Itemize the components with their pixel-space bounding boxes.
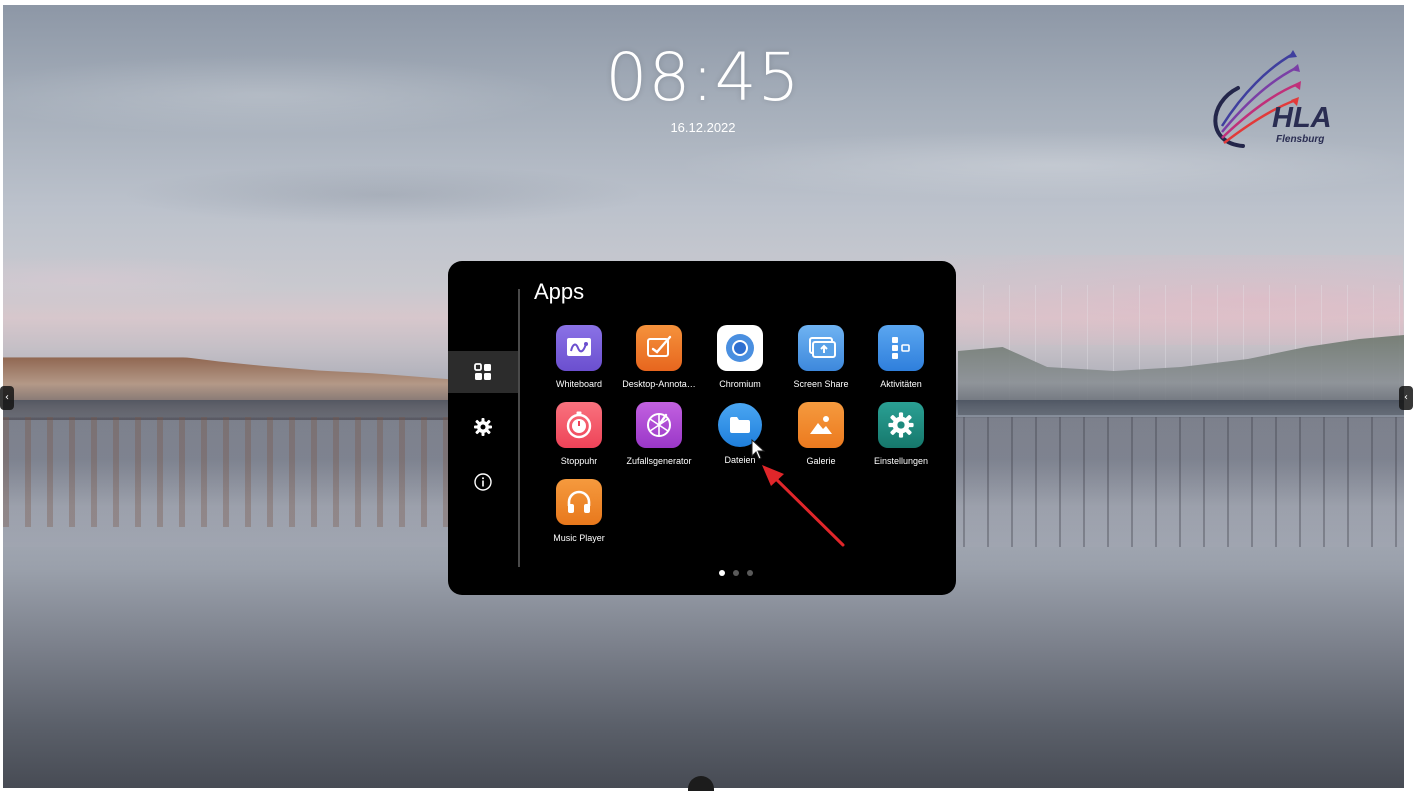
water-reflection-right <box>963 417 1404 547</box>
app-label: Stoppuhr <box>560 456 598 466</box>
app-music-player[interactable]: Music Player <box>538 479 620 549</box>
clock-date: 16.12.2022 <box>670 120 736 135</box>
app-activities[interactable]: Aktivitäten <box>860 325 942 395</box>
app-label: Chromium <box>719 379 761 389</box>
app-label: Desktop-Annota… <box>622 379 696 389</box>
app-label: Dateien <box>724 455 756 465</box>
app-screen-share[interactable]: Screen Share <box>780 325 862 395</box>
sidebar-divider <box>518 289 520 567</box>
stopwatch-icon <box>556 402 602 448</box>
chromium-icon <box>717 325 763 371</box>
randomizer-icon <box>636 402 682 448</box>
app-chromium[interactable]: Chromium <box>699 325 781 395</box>
app-label: Whiteboard <box>555 379 603 389</box>
logo-subtext: Flensburg <box>1276 134 1325 145</box>
annotation-icon <box>636 325 682 371</box>
water-reflection-left <box>3 417 453 527</box>
page-dot-2[interactable] <box>733 570 739 576</box>
logo-text: HLA <box>1272 102 1332 134</box>
clock-time: 08:45 <box>605 39 801 116</box>
right-edge-handle[interactable]: ‹ <box>1399 386 1413 410</box>
app-label: Aktivitäten <box>880 379 922 389</box>
info-icon <box>474 473 492 491</box>
activities-icon <box>878 325 924 371</box>
left-edge-handle[interactable]: ‹ <box>0 386 14 410</box>
folder-icon <box>718 403 762 447</box>
grid-icon <box>474 363 491 380</box>
sidebar-tab-settings[interactable] <box>448 406 518 448</box>
app-launcher-panel: Apps Whiteboard Desktop-Annota… Chromium… <box>448 261 956 595</box>
app-files[interactable]: Dateien <box>699 402 781 472</box>
settings-icon <box>878 402 924 448</box>
app-randomizer[interactable]: Zufallsgenerator <box>618 402 700 472</box>
page-dot-3[interactable] <box>747 570 753 576</box>
app-settings[interactable]: Einstellungen <box>860 402 942 472</box>
page-indicator[interactable] <box>719 570 753 576</box>
gear-icon <box>474 418 492 436</box>
whiteboard-icon <box>556 325 602 371</box>
sidebar-tab-apps[interactable] <box>448 351 518 393</box>
app-label: Galerie <box>806 456 836 466</box>
app-gallery[interactable]: Galerie <box>780 402 862 472</box>
app-label: Zufallsgenerator <box>626 456 692 466</box>
app-desktop-annotation[interactable]: Desktop-Annota… <box>618 325 700 395</box>
headphones-icon <box>556 479 602 525</box>
page-dot-1[interactable] <box>719 570 725 576</box>
screen-share-icon <box>798 325 844 371</box>
gallery-icon <box>798 402 844 448</box>
app-stopwatch[interactable]: Stoppuhr <box>538 402 620 472</box>
app-label: Screen Share <box>793 379 849 389</box>
sidebar-tab-info[interactable] <box>448 461 518 503</box>
app-whiteboard[interactable]: Whiteboard <box>538 325 620 395</box>
apps-heading: Apps <box>534 279 585 304</box>
app-label: Music Player <box>553 533 605 543</box>
app-label: Einstellungen <box>873 456 929 466</box>
